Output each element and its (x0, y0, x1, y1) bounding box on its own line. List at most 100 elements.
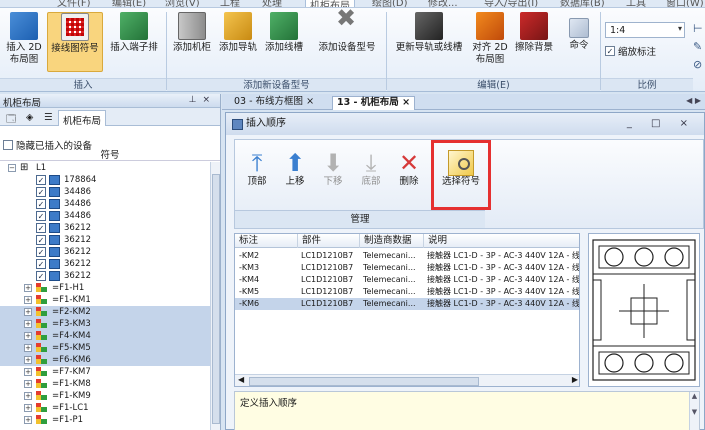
scroll-right-icon[interactable]: ▶ (572, 375, 578, 384)
pin-close-icons[interactable]: ⊥× (189, 95, 216, 105)
table-row[interactable]: -KM4 LC1D1210B7 Telemecani... 接触器 LC1-D - 3… (235, 274, 579, 286)
table-row[interactable]: -KM3 LC1D1210B7 Telemecani... 接触器 LC1-D - 3… (235, 262, 579, 274)
checkbox-checked-icon[interactable]: ✓ (36, 259, 46, 269)
tree-item-device[interactable]: ✓ 34486 (0, 186, 210, 198)
doc-tab-panel-layout[interactable]: 13 - 机柜布局 × (332, 96, 416, 110)
expand-icon[interactable]: + (24, 368, 32, 376)
menu-modify[interactable]: 修改... (428, 0, 458, 7)
expand-icon[interactable]: + (24, 332, 32, 340)
menu-file[interactable]: 文件(F) (57, 0, 91, 7)
expand-icon[interactable]: + (24, 392, 32, 400)
delete-button[interactable]: ✕ 删除 (389, 150, 429, 188)
move-up-button[interactable]: ⬆ 上移 (275, 150, 315, 188)
tree-item-group[interactable]: + =F1-KM1 (0, 294, 210, 306)
table-row[interactable]: -KM5 LC1D1210B7 Telemecani... 接触器 LC1-D - 3… (235, 286, 579, 298)
collapse-icon[interactable]: − (8, 164, 16, 172)
pencil-icon[interactable]: ✎ (693, 40, 705, 56)
align-2d-layout-button[interactable]: 对齐 2D 布局图 (470, 12, 510, 66)
update-rail-duct-button[interactable]: 更新导轨或线槽 (390, 12, 468, 54)
tree-item-group[interactable]: + =F1-H1 (0, 282, 210, 294)
tree-item-group[interactable]: + =F3-KM3 (0, 318, 210, 330)
expand-icon[interactable]: + (24, 320, 32, 328)
scroll-thumb[interactable] (212, 174, 220, 424)
tree-item-device[interactable]: ✓ 36212 (0, 234, 210, 246)
command-button[interactable]: 命令 (562, 12, 596, 52)
tree-item-device[interactable]: ✓ 36212 (0, 222, 210, 234)
tree-item-group[interactable]: + =F4-KM4 (0, 330, 210, 342)
tree-item-group[interactable]: + =F2-KM2 (0, 306, 210, 318)
tree-item-group[interactable]: + =F7-KM7 (0, 366, 210, 378)
scale-annotation-checkbox[interactable]: ✓ 缩放标注 (605, 44, 656, 58)
scale-select[interactable]: 1:4 ▾ (605, 22, 685, 38)
checkbox-checked-icon[interactable]: ✓ (36, 247, 46, 257)
tab-panel-layout[interactable]: 机柜布局 (58, 110, 107, 127)
tree-item-device[interactable]: ✓ 36212 (0, 246, 210, 258)
column-tag[interactable]: 标注 (235, 234, 293, 248)
wiring-symbol-button[interactable]: 接线图符号 (47, 12, 103, 72)
expand-icon[interactable]: + (24, 380, 32, 388)
table-row[interactable]: -KM2 LC1D1210B7 Telemecani... 接触器 LC1-D - 3… (235, 250, 579, 262)
menu-draw[interactable]: 绘图(D) (372, 0, 408, 7)
expand-icon[interactable]: + (24, 284, 32, 292)
column-part[interactable]: 部件 (297, 234, 359, 248)
menu-window[interactable]: 窗口(W) (666, 0, 704, 7)
tab-scroll-arrows[interactable]: ◀ ▶ (686, 96, 701, 105)
tree-scrollbar[interactable] (210, 162, 220, 430)
menu-view[interactable]: 浏览(V) (165, 0, 200, 7)
window-controls[interactable]: _ □ × (627, 113, 696, 135)
move-bottom-button[interactable]: ⤓ 底部 (351, 150, 391, 188)
menu-database[interactable]: 数据库(B) (560, 0, 605, 7)
tree-item-device[interactable]: ✓ 178864 (0, 174, 210, 186)
move-down-button[interactable]: ⬇ 下移 (313, 150, 353, 188)
tree-root[interactable]: − ⊞ L1 (0, 162, 210, 174)
erase-background-button[interactable]: 擦除背景 (512, 12, 556, 54)
tree-item-group[interactable]: + =F1-KM9 (0, 390, 210, 402)
tree-item-device[interactable]: ✓ 36212 (0, 258, 210, 270)
no-icon[interactable]: ⊘ (693, 58, 705, 74)
add-rail-button[interactable]: 添加导轨 (216, 12, 260, 54)
doc-tab-wiring-diagram[interactable]: 03 - 布线方框图 × (230, 96, 318, 110)
expand-icon[interactable]: + (24, 344, 32, 352)
tree-item-group[interactable]: + =F6-KM6 (0, 354, 210, 366)
expand-icon[interactable]: + (24, 308, 32, 316)
menu-import-export[interactable]: 导入/导出(I) (484, 0, 538, 7)
checkbox-checked-icon[interactable]: ✓ (36, 199, 46, 209)
menu-edit[interactable]: 编辑(E) (112, 0, 146, 7)
table-row[interactable]: -KM6 LC1D1210B7 Telemecani... 接触器 LC1-D - 3… (235, 298, 579, 310)
insert-2d-layout-button[interactable]: 插入 2D 布局图 (4, 12, 44, 66)
checkbox-checked-icon[interactable]: ✓ (36, 187, 46, 197)
tab-icon-view[interactable]: 🗔 (2, 110, 20, 126)
tree-item-device[interactable]: ✓ 36212 (0, 270, 210, 282)
add-duct-button[interactable]: 添加线槽 (262, 12, 306, 54)
description-scrollbar[interactable]: ▲ ▼ (689, 392, 699, 430)
expand-icon[interactable]: + (24, 416, 32, 424)
menu-process[interactable]: 处理 (262, 0, 282, 7)
checkbox-checked-icon[interactable]: ✓ (36, 175, 46, 185)
add-cabinet-button[interactable]: 添加机柜 (170, 12, 214, 54)
expand-icon[interactable]: + (24, 356, 32, 364)
tab-icon-parts[interactable]: ◈ (22, 110, 37, 126)
add-device-type-button[interactable]: 添加设备型号 (312, 12, 382, 54)
checkbox-checked-icon[interactable]: ✓ (36, 271, 46, 281)
tree-item-group[interactable]: + =F1-KM8 (0, 378, 210, 390)
tree-item-device[interactable]: ✓ 34486 (0, 198, 210, 210)
tab-icon-tree[interactable]: ☰ (40, 110, 57, 126)
scroll-thumb[interactable] (249, 377, 479, 386)
tree-item-group[interactable]: + =F1-P1 (0, 414, 210, 426)
column-mfr[interactable]: 制造商数据 (359, 234, 423, 248)
expand-icon[interactable]: + (24, 296, 32, 304)
expand-icon[interactable]: + (24, 404, 32, 412)
scroll-left-icon[interactable]: ◀ (238, 375, 244, 384)
move-top-button[interactable]: ⤒ 顶部 (237, 150, 277, 188)
line-tool-icon[interactable]: ⊢ (693, 22, 705, 38)
tree-item-group[interactable]: + =F1-LC1 (0, 402, 210, 414)
insert-terminal-strip-button[interactable]: 插入端子排 (106, 12, 162, 54)
tree-item-group[interactable]: + =F5-KM5 (0, 342, 210, 354)
checkbox-checked-icon[interactable]: ✓ (36, 235, 46, 245)
column-desc[interactable]: 说明 (423, 234, 579, 248)
menu-project[interactable]: 工程 (220, 0, 240, 7)
checkbox-checked-icon[interactable]: ✓ (36, 223, 46, 233)
menu-tools[interactable]: 工具 (626, 0, 646, 7)
checkbox-checked-icon[interactable]: ✓ (36, 211, 46, 221)
tree-item-device[interactable]: ✓ 34486 (0, 210, 210, 222)
